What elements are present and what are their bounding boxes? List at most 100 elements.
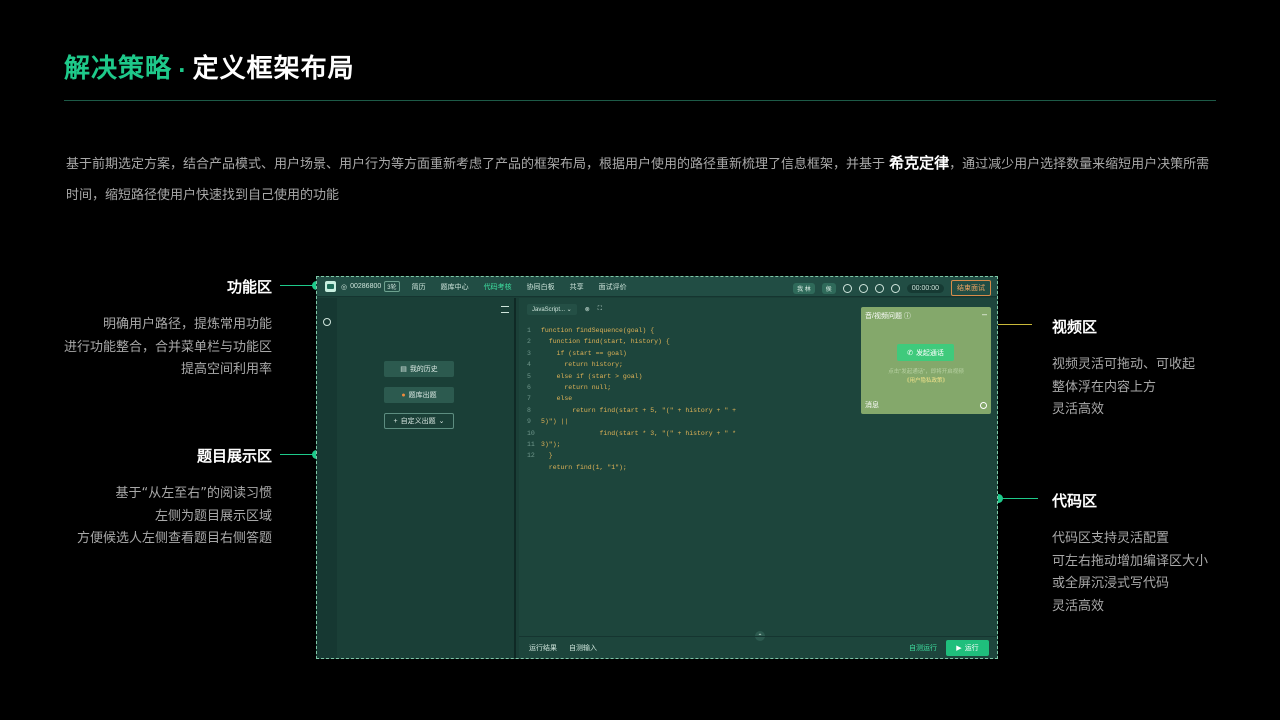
line-number <box>527 462 541 473</box>
annotation-video-area: 视频区 视频灵活可拖动、可收起 整体浮在内容上方 灵活高效 <box>1052 316 1195 422</box>
leader-line-video <box>992 324 1032 325</box>
refresh-icon[interactable]: ⊗ <box>585 306 590 313</box>
line-text: else <box>541 395 573 403</box>
candidate-id: 00286800 <box>350 283 382 290</box>
participant-chip-other[interactable]: 侯 <box>821 282 836 294</box>
code-line: return find(1, "1"); <box>527 462 736 473</box>
line-number: 3 <box>527 349 531 357</box>
video-panel-title: 音/视频问题 ⓘ <box>865 311 911 321</box>
custom-question-button[interactable]: + 自定义出题 ⌄ <box>384 413 454 429</box>
line-text: if (start == goal) <box>541 349 627 357</box>
annotation-function-area: 功能区 明确用户路径，提炼常用功能 进行功能整合，合并菜单栏与功能区 提高空间利… <box>40 276 272 382</box>
interview-timer: 00:00:00 <box>906 283 944 293</box>
line-number: 1 <box>527 327 531 334</box>
help-icon[interactable]: ⓘ <box>904 313 911 320</box>
line-text: return null; <box>541 384 612 392</box>
line-text: } <box>541 452 553 460</box>
line-text: function findSequence(goal) { <box>541 327 655 334</box>
nav-item-code-assessment[interactable]: 代码考核 <box>484 282 512 292</box>
title-divider <box>64 100 1216 101</box>
self-input-tab[interactable]: 自测输入 <box>569 643 597 653</box>
annotation-heading: 题目展示区 <box>196 447 272 465</box>
line-text: find(start * 3, "(" + history + " * <box>541 429 737 437</box>
top-nav: 简历 题库中心 代码考核 协同白板 共享 面试评价 <box>412 282 642 292</box>
doc-icon: ▤ <box>400 366 407 373</box>
line-text: return find(1, "1"); <box>541 463 627 471</box>
top-bar-right: 我 林 侯 00:00:00 结束面试 <box>793 280 991 296</box>
nav-item-resume[interactable]: 简历 <box>412 282 426 292</box>
line-number: 11 <box>527 441 535 449</box>
target-icon[interactable] <box>323 318 331 326</box>
user-icon: ◎ <box>341 283 348 291</box>
annotation-line: 灵活高效 <box>1052 598 1105 614</box>
nav-item-share[interactable]: 共享 <box>570 282 584 292</box>
nav-item-whiteboard[interactable]: 协同白板 <box>527 282 555 292</box>
line-text: 3)"); <box>541 441 561 449</box>
language-select[interactable]: JavaScript... ⌄ <box>527 304 577 315</box>
annotation-heading: 视频区 <box>1052 318 1098 336</box>
message-label[interactable]: 消息 <box>865 400 879 410</box>
video-float-panel[interactable]: 音/视频问题 ⓘ – ✆ 发起通话 点击"发起通话"，即将开启视频 《用户隐私政策… <box>861 307 991 414</box>
code-line: 7 else <box>527 393 736 404</box>
annotation-heading: 功能区 <box>226 278 272 296</box>
fullscreen-icon[interactable]: ⛶ <box>598 306 602 313</box>
line-number: 8 <box>527 406 531 414</box>
line-text: return history; <box>541 361 623 369</box>
code-line: 11 3)"); <box>527 439 736 450</box>
question-bank-button[interactable]: ● 题库出题 <box>384 387 454 403</box>
nav-item-evaluation[interactable]: 面试评价 <box>599 282 627 292</box>
title-main: 定义框架布局 <box>192 54 355 84</box>
chevron-down-icon: ⌄ <box>438 418 445 425</box>
line-number: 7 <box>527 395 531 403</box>
code-content[interactable]: 1 function findSequence(goal) { 2 function… <box>527 325 736 473</box>
title-accent: 解决策略 <box>64 54 173 84</box>
phone-icon: ✆ <box>907 349 913 357</box>
nav-item-question-bank[interactable]: 题库中心 <box>441 282 469 292</box>
person-icon[interactable] <box>842 283 852 293</box>
headset-icon[interactable] <box>858 283 868 293</box>
annotation-heading: 代码区 <box>1052 492 1098 510</box>
line-number: 4 <box>527 361 531 369</box>
line-number: 12 <box>527 452 535 460</box>
round-badge: 3轮 <box>384 281 400 292</box>
annotation-line: 基于“从左至右”的阅读习惯 <box>115 486 272 501</box>
line-number: 2 <box>527 338 531 346</box>
intro-emphasis: 希克定律 <box>889 154 950 172</box>
app-top-bar: ◎ 00286800 3轮 简历 题库中心 代码考核 协同白板 共享 面试评价 … <box>317 277 997 297</box>
run-result-tab[interactable]: 运行结果 <box>529 643 557 653</box>
annotation-line: 可左右拖动增加编译区大小 <box>1052 553 1209 569</box>
custom-question-label: 自定义出题 <box>400 418 436 425</box>
help-icon[interactable] <box>874 283 884 293</box>
privacy-policy-link[interactable]: 《用户隐私政策》 <box>861 376 991 384</box>
code-line: 10 find(start * 3, "(" + history + " * <box>527 428 736 439</box>
leader-line-question <box>280 454 316 455</box>
my-history-button[interactable]: ▤ 我的历史 <box>384 361 454 377</box>
intro-paragraph: 基于前期选定方案，结合产品模式、用户场景、用户行为等方面重新考虑了产品的框架布局… <box>66 148 1216 211</box>
line-text: function find(start, history) { <box>541 338 670 346</box>
start-call-button[interactable]: ✆ 发起通话 <box>897 344 954 361</box>
settings-icon[interactable] <box>890 283 900 293</box>
minimize-icon[interactable]: – <box>982 309 987 319</box>
expand-message-icon[interactable] <box>980 402 987 409</box>
plus-icon: + <box>393 417 398 425</box>
candidate-info: ◎ 00286800 3轮 <box>341 281 400 292</box>
code-line: 8 return find(start + 5, "(" + history +… <box>527 405 736 416</box>
line-number: 9 <box>527 418 531 426</box>
self-run-button[interactable]: 自测运行 <box>909 643 937 653</box>
collapse-menu-icon[interactable] <box>501 306 509 313</box>
leader-line-code <box>1000 498 1038 499</box>
line-text: 5)") || <box>541 418 569 426</box>
annotation-line: 灵活高效 <box>1052 402 1105 417</box>
leader-line-function <box>280 285 316 286</box>
line-text: else if (start > goal) <box>541 372 643 380</box>
question-bank-label: 题库出题 <box>408 392 437 399</box>
my-history-label: 我的历史 <box>409 366 438 373</box>
annotation-line: 进行功能整合，合并菜单栏与功能区 <box>63 339 272 355</box>
annotation-line: 明确用户路径，提炼常用功能 <box>102 317 272 332</box>
participant-chip-me[interactable]: 我 林 <box>793 282 815 294</box>
app-logo-icon <box>325 281 336 292</box>
code-line: 9 5)") || <box>527 416 736 427</box>
end-interview-button[interactable]: 结束面试 <box>951 280 991 296</box>
intro-text-before: 基于前期选定方案，结合产品模式、用户场景、用户行为等方面重新考虑了产品的框架布局… <box>66 157 886 172</box>
run-button[interactable]: ▶ 运行 <box>946 640 989 656</box>
